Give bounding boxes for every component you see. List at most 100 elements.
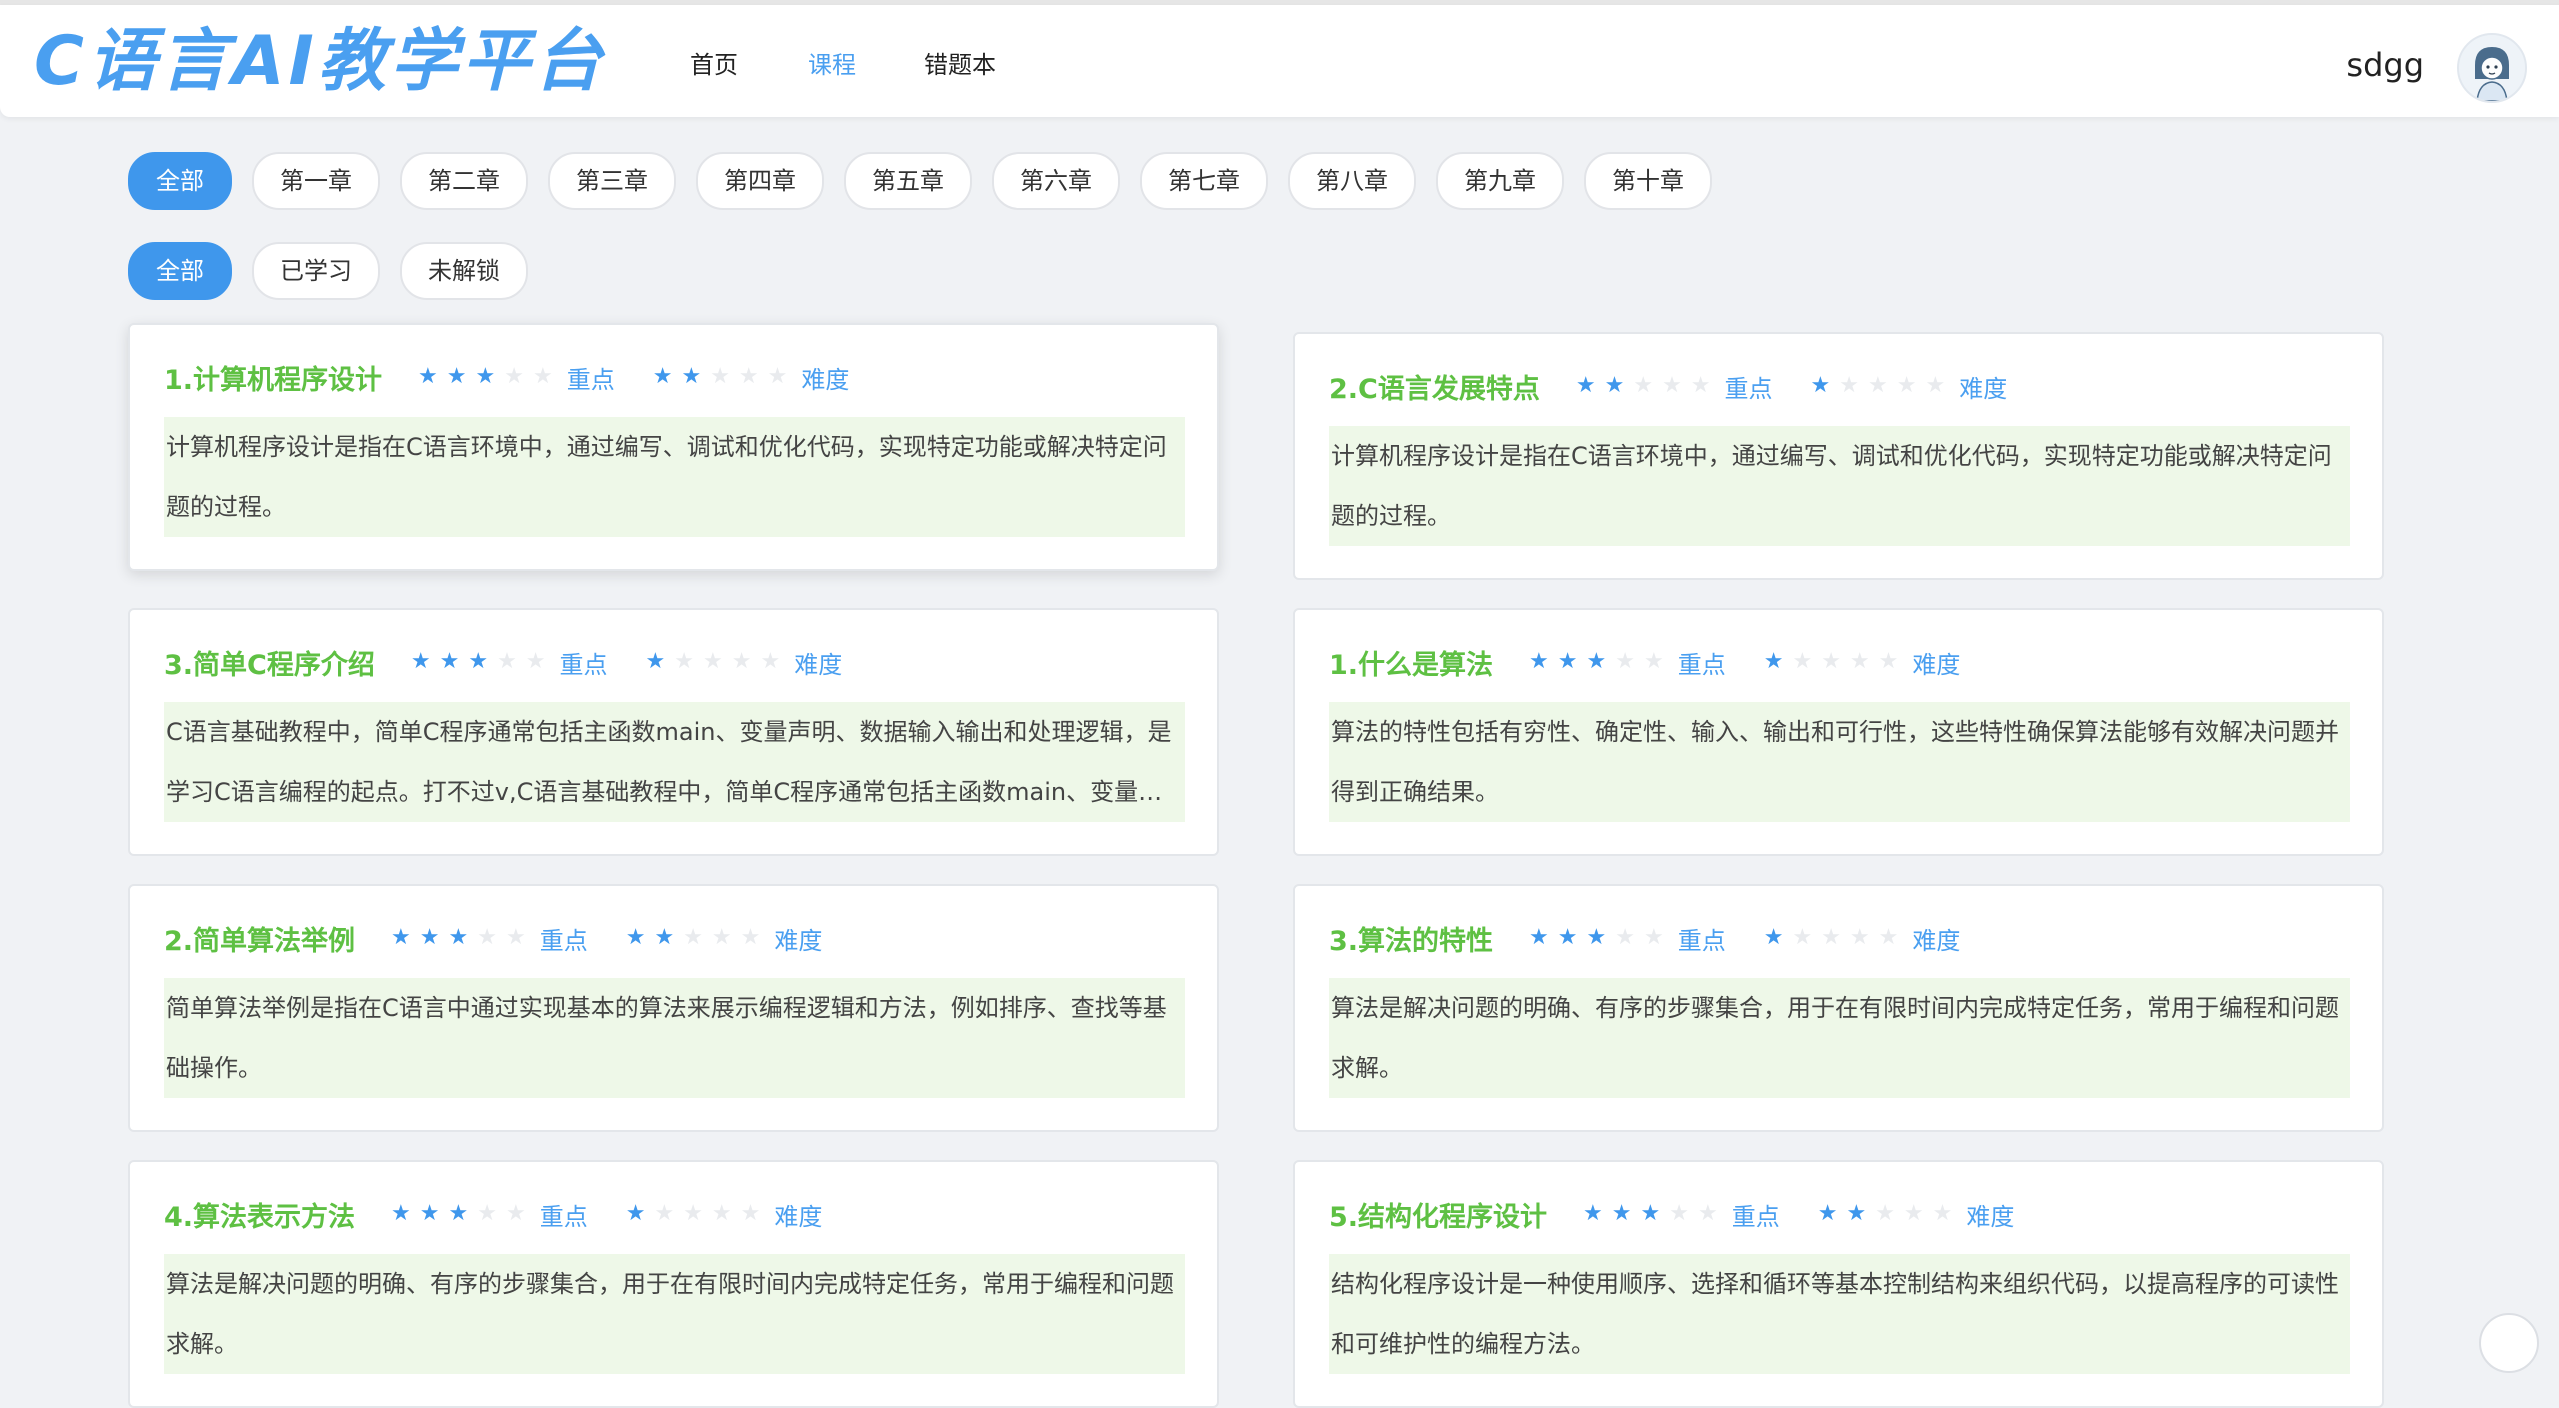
star-icon: ★ (760, 649, 781, 674)
status-filter-bar: 全部 已学习 未解锁 (128, 242, 528, 300)
star-icon: ★ (448, 925, 469, 950)
course-title[interactable]: 4.算法表示方法 (164, 1195, 355, 1234)
chapter-filter-6[interactable]: 第六章 (992, 152, 1120, 210)
star-icon: ★ (738, 364, 759, 389)
nav-courses[interactable]: 课程 (808, 49, 856, 81)
chapter-filter-4[interactable]: 第四章 (696, 152, 824, 210)
star-icon: ★ (505, 1201, 526, 1226)
star-icon: ★ (1903, 1201, 1924, 1226)
star-icon: ★ (1643, 925, 1664, 950)
star-icon: ★ (1669, 1201, 1689, 1226)
star-icon: ★ (1611, 1201, 1632, 1226)
importance-rating: ★ ★ ★ ★ ★ (411, 651, 546, 673)
course-title[interactable]: 1.计算机程序设计 (164, 358, 382, 397)
nav-mistake-book[interactable]: 错题本 (924, 49, 996, 81)
star-icon: ★ (767, 364, 788, 389)
star-icon: ★ (410, 649, 431, 674)
difficulty-label: 难度 (1959, 374, 2008, 403)
star-icon: ★ (446, 364, 467, 389)
course-description: 计算机程序设计是指在C语言环境中，通过编写、调试和优化代码，实现特定功能或解决特… (164, 417, 1185, 537)
course-description: 计算机程序设计是指在C语言环境中，通过编写、调试和优化代码，实现特定功能或解决特… (1329, 426, 2350, 546)
star-icon: ★ (711, 925, 732, 950)
chapter-filter-3[interactable]: 第三章 (548, 152, 676, 210)
star-icon: ★ (1529, 925, 1549, 950)
course-description: 结构化程序设计是一种使用顺序、选择和循环等基本控制结构来组织代码，以提高程序的可… (1329, 1254, 2350, 1374)
status-filter-learned[interactable]: 已学习 (252, 242, 380, 300)
chapter-filter-9[interactable]: 第九章 (1436, 152, 1564, 210)
star-icon: ★ (731, 649, 752, 674)
status-filter-all[interactable]: 全部 (128, 242, 232, 300)
star-icon: ★ (1868, 373, 1888, 398)
course-card[interactable]: 1.计算机程序设计 ★ ★ ★ ★ ★ 重点 ★ ★ ★ ★ ★ 难度 计算机程序设计是指在C语言环境中，… (128, 323, 1219, 571)
star-icon: ★ (1878, 925, 1899, 950)
star-icon: ★ (1821, 649, 1841, 674)
chapter-filter-all[interactable]: 全部 (128, 152, 232, 210)
floating-action-button[interactable] (2479, 1313, 2539, 1373)
star-icon: ★ (654, 925, 675, 950)
importance-label: 重点 (1731, 1202, 1780, 1231)
course-card[interactable]: 5.结构化程序设计 ★ ★ ★ ★ ★ 重点 ★ ★ ★ ★ ★ 难度 结构化程序设计是一种使用顺序、选择… (1293, 1160, 2384, 1408)
difficulty-rating: ★ ★ ★ ★ ★ (1811, 375, 1946, 397)
star-icon: ★ (505, 925, 526, 950)
course-card-header: 1.计算机程序设计 ★ ★ ★ ★ ★ 重点 ★ ★ ★ ★ ★ 难度 (164, 355, 887, 399)
course-title[interactable]: 2.简单算法举例 (164, 919, 355, 958)
nav-home[interactable]: 首页 (690, 49, 738, 81)
importance-rating: ★ ★ ★ ★ ★ (1529, 927, 1664, 949)
star-icon: ★ (1849, 649, 1870, 674)
course-card[interactable]: 3.算法的特性 ★ ★ ★ ★ ★ 重点 ★ ★ ★ ★ ★ 难度 算法是解决问题的明确、有序的步骤集合，… (1293, 884, 2384, 1132)
difficulty-label: 难度 (801, 365, 850, 394)
course-card[interactable]: 2.简单算法举例 ★ ★ ★ ★ ★ 重点 ★ ★ ★ ★ ★ 难度 简单算法举例是指在C语言中通过实现基… (128, 884, 1219, 1132)
chapter-filter-8[interactable]: 第八章 (1288, 152, 1416, 210)
course-card[interactable]: 2.C语言发展特点 ★ ★ ★ ★ ★ 重点 ★ ★ ★ ★ ★ 难度 计算机程序设计是指在C语言环境中，… (1293, 332, 2384, 580)
status-filter-locked[interactable]: 未解锁 (400, 242, 528, 300)
star-icon: ★ (703, 649, 723, 674)
course-card[interactable]: 4.算法表示方法 ★ ★ ★ ★ ★ 重点 ★ ★ ★ ★ ★ 难度 算法是解决问题的明确、有序的步骤集合… (128, 1160, 1219, 1408)
importance-rating: ★ ★ ★ ★ ★ (1576, 375, 1711, 397)
star-icon: ★ (532, 364, 553, 389)
star-icon: ★ (645, 649, 666, 674)
username[interactable]: sdgg (2346, 45, 2424, 85)
course-title[interactable]: 3.算法的特性 (1329, 919, 1493, 958)
course-card[interactable]: 1.什么是算法 ★ ★ ★ ★ ★ 重点 ★ ★ ★ ★ ★ 难度 算法的特性包括有穷性、确定性、输入、输… (1293, 608, 2384, 856)
star-icon: ★ (1583, 1201, 1603, 1226)
star-icon: ★ (1878, 649, 1899, 674)
difficulty-rating: ★ ★ ★ ★ ★ (626, 927, 761, 949)
star-icon: ★ (1557, 925, 1578, 950)
importance-label: 重点 (1724, 374, 1773, 403)
chapter-filter-5[interactable]: 第五章 (844, 152, 972, 210)
chapter-filter-7[interactable]: 第七章 (1140, 152, 1268, 210)
chapter-filter-bar: 全部 第一章 第二章 第三章 第四章 第五章 第六章 第七章 第八章 第九章 第十章 (128, 152, 1712, 210)
star-icon: ★ (1586, 925, 1607, 950)
app-logo[interactable]: C语言AI教学平台 (34, 25, 606, 99)
star-icon: ★ (1575, 373, 1596, 398)
chapter-filter-1[interactable]: 第一章 (252, 152, 380, 210)
star-icon: ★ (1896, 373, 1917, 398)
importance-label: 重点 (539, 1202, 588, 1231)
star-icon: ★ (475, 364, 496, 389)
importance-rating: ★ ★ ★ ★ ★ (1583, 1203, 1718, 1225)
course-title[interactable]: 5.结构化程序设计 (1329, 1195, 1547, 1234)
course-card[interactable]: 3.简单C程序介绍 ★ ★ ★ ★ ★ 重点 ★ ★ ★ ★ ★ 难度 C语言基础教程中，简单C程序通常包… (128, 608, 1219, 856)
course-card-header: 5.结构化程序设计 ★ ★ ★ ★ ★ 重点 ★ ★ ★ ★ ★ 难度 (1329, 1192, 2052, 1236)
star-icon: ★ (504, 364, 524, 389)
star-icon: ★ (391, 1201, 411, 1226)
course-description: 算法是解决问题的明确、有序的步骤集合，用于在有限时间内完成特定任务，常用于编程和… (164, 1254, 1185, 1374)
course-title[interactable]: 1.什么是算法 (1329, 643, 1493, 682)
importance-label: 重点 (539, 926, 588, 955)
star-icon: ★ (711, 1201, 732, 1226)
star-icon: ★ (681, 364, 702, 389)
star-icon: ★ (710, 364, 730, 389)
star-icon: ★ (419, 1201, 440, 1226)
course-description: C语言基础教程中，简单C程序通常包括主函数main、变量声明、数据输入输出和处理… (164, 702, 1185, 822)
star-icon: ★ (391, 925, 411, 950)
user-avatar-icon[interactable] (2457, 33, 2527, 103)
course-card-header: 3.简单C程序介绍 ★ ★ ★ ★ ★ 重点 ★ ★ ★ ★ ★ 难度 (164, 640, 880, 684)
star-icon: ★ (1846, 1201, 1867, 1226)
course-title[interactable]: 2.C语言发展特点 (1329, 367, 1540, 406)
difficulty-label: 难度 (1966, 1202, 2015, 1231)
chapter-filter-2[interactable]: 第二章 (400, 152, 528, 210)
chapter-filter-10[interactable]: 第十章 (1584, 152, 1712, 210)
course-title[interactable]: 3.简单C程序介绍 (164, 643, 375, 682)
star-icon: ★ (477, 1201, 497, 1226)
importance-label: 重点 (1677, 926, 1726, 955)
